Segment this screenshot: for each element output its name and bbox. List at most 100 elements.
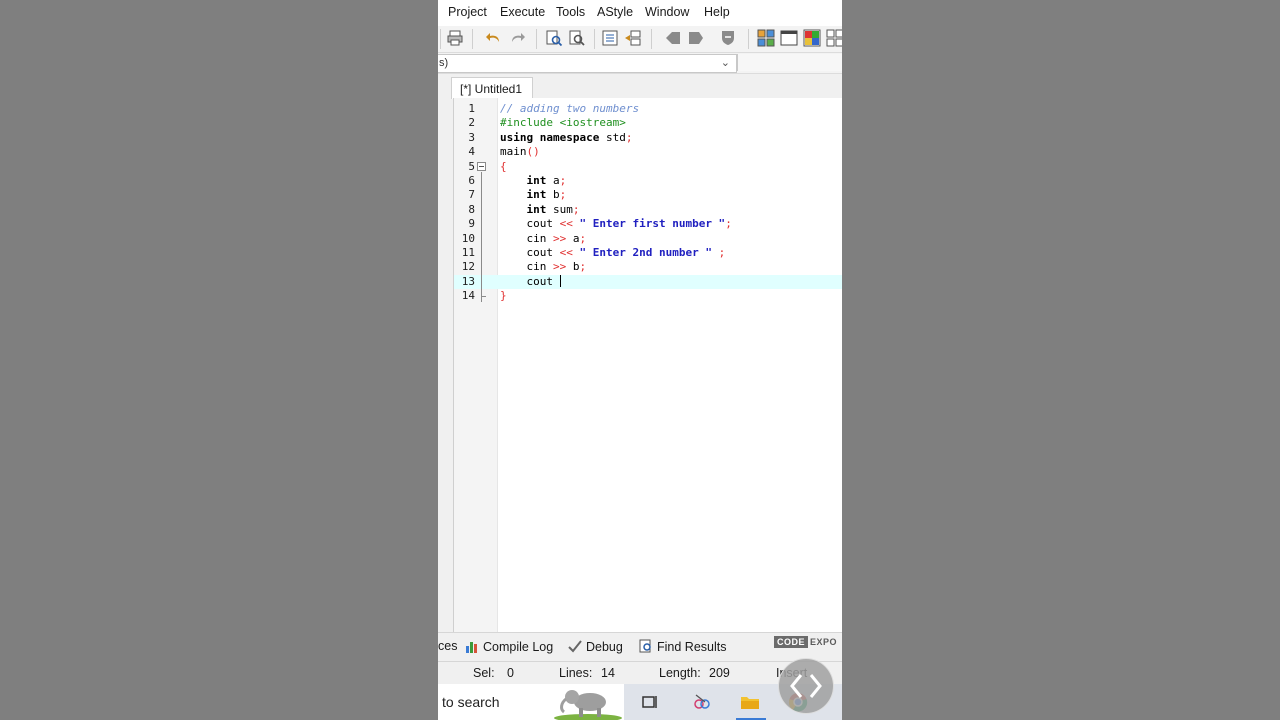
code-text: int a;: [526, 174, 567, 187]
function-dropdown-value: s): [439, 57, 449, 69]
line-number: 12: [461, 260, 475, 274]
code-line[interactable]: 1 // adding two numbers: [454, 102, 842, 116]
menu-project[interactable]: Project: [448, 5, 487, 19]
toolbar-separator: [440, 29, 441, 49]
code-text: main(): [500, 145, 540, 159]
task-view-icon[interactable]: [640, 692, 660, 712]
ide-window: Project Execute Tools AStyle Window Help: [438, 0, 842, 720]
fold-collapse-icon[interactable]: [477, 161, 486, 171]
snipping-tool-icon[interactable]: [692, 692, 712, 712]
toolbar-separator: [536, 29, 537, 49]
tab-untitled1[interactable]: [*] Untitled1: [451, 77, 533, 99]
code-line[interactable]: 7 int b;: [454, 188, 842, 202]
print-icon[interactable]: [446, 29, 464, 47]
undo-icon[interactable]: [485, 29, 503, 47]
code-line[interactable]: 3 using namespace std;: [454, 131, 842, 145]
menu-tools[interactable]: Tools: [556, 5, 585, 19]
line-number: 5: [468, 159, 475, 173]
code-line[interactable]: 10 cin >> a;: [454, 232, 842, 246]
toolbar-separator: [472, 29, 473, 49]
lines-value: 14: [601, 666, 615, 680]
code-line[interactable]: 12 cin >> b;: [454, 260, 842, 274]
sel-label: Sel:: [473, 666, 495, 680]
fold-guide-end: [481, 296, 486, 298]
indent-icon[interactable]: [601, 29, 619, 47]
code-line[interactable]: 8 int sum;: [454, 203, 842, 217]
line-number: 11: [461, 246, 475, 259]
toolbar: [438, 26, 842, 53]
toolbar-separator: [748, 29, 749, 49]
tab-debug-label: Debug: [586, 640, 623, 654]
length-value: 209: [709, 666, 730, 680]
line-number: 14: [461, 289, 475, 303]
code-editor[interactable]: 1 // adding two numbers 2 #include <iostrea…: [453, 98, 842, 632]
line-number: 8: [468, 202, 475, 216]
code-line[interactable]: 2 #include <iostream>: [454, 116, 842, 130]
unindent-icon[interactable]: [624, 29, 642, 47]
menu-window[interactable]: Window: [645, 5, 689, 19]
find-icon[interactable]: [545, 29, 563, 47]
layout-grid-icon[interactable]: [757, 29, 775, 47]
watermark-logo: CODE EXPO: [774, 636, 839, 648]
taskbar-search[interactable]: to search: [438, 684, 624, 720]
line-number: 1: [468, 102, 475, 115]
tab-label: [*] Untitled1: [460, 82, 523, 96]
window-icon[interactable]: [780, 29, 798, 47]
line-number: 7: [468, 188, 475, 202]
code-text: // adding two numbers: [500, 102, 640, 115]
back-icon[interactable]: [664, 29, 682, 47]
code-text: cin >> a;: [500, 231, 587, 245]
sel-value: 0: [507, 666, 514, 680]
line-number: 9: [468, 217, 475, 231]
tab-debug[interactable]: Debug: [568, 639, 623, 654]
lines-label: Lines:: [559, 666, 593, 680]
tiles-icon[interactable]: [826, 29, 842, 47]
code-line[interactable]: 9 cout << " Enter first number ";: [454, 217, 842, 231]
tab-compile-log-label: Compile Log: [483, 640, 554, 654]
find-results-icon: [639, 639, 651, 653]
code-text: cout << " Enter 2nd number " ;: [500, 246, 726, 259]
code-text: #include <iostream>: [500, 116, 626, 130]
menu-bar: Project Execute Tools AStyle Window Help: [438, 0, 842, 26]
function-dropdown[interactable]: s) ⌄: [438, 54, 737, 73]
line-number: 13: [461, 274, 475, 288]
code-text: {: [500, 159, 507, 173]
line-number: 4: [468, 145, 475, 159]
shield-icon[interactable]: [719, 29, 737, 47]
menu-astyle[interactable]: AStyle: [597, 5, 633, 19]
length-label: Length:: [659, 666, 701, 680]
code-line[interactable]: 4 main(): [454, 145, 842, 159]
replace-icon[interactable]: [568, 29, 586, 47]
secondary-dropdown[interactable]: [737, 54, 842, 71]
code-line[interactable]: 5{: [454, 160, 842, 174]
color-grid-icon[interactable]: [803, 29, 821, 47]
code-brackets-icon: [790, 674, 822, 698]
video-play-overlay: [778, 658, 834, 714]
file-explorer-icon[interactable]: [740, 692, 760, 712]
line-number: 2: [468, 116, 475, 130]
code-text: int b;: [526, 188, 567, 202]
text-caret: [559, 274, 561, 287]
code-line[interactable]: 11 cout << " Enter 2nd number " ;: [454, 246, 842, 260]
line-number: 3: [468, 130, 475, 144]
watermark-part1: CODE: [774, 636, 809, 648]
tab-find-results[interactable]: Find Results: [639, 639, 726, 654]
tab-resources[interactable]: ces: [438, 639, 457, 653]
menu-help[interactable]: Help: [704, 5, 730, 19]
code-line[interactable]: 13 cout: [454, 274, 842, 290]
bar-chart-icon: [466, 642, 477, 653]
code-text: cin >> b;: [500, 260, 587, 274]
code-line[interactable]: 14}: [454, 289, 842, 303]
editor-tab-strip: [*] Untitled1: [438, 74, 842, 99]
toolbar-separator: [651, 29, 652, 49]
code-line[interactable]: 6 int a;: [454, 174, 842, 188]
line-number: 10: [461, 231, 475, 245]
watermark-part2: EXPO: [810, 637, 838, 647]
chevron-down-icon: ⌄: [720, 57, 730, 69]
tab-compile-log[interactable]: Compile Log: [465, 639, 553, 654]
menu-execute[interactable]: Execute: [500, 5, 545, 19]
code-text: int sum;: [526, 202, 580, 216]
bottom-panel-tabs: ces Compile Log Debug Find Results CODE E…: [438, 632, 842, 661]
forward-icon[interactable]: [687, 29, 705, 47]
redo-icon[interactable]: [508, 29, 526, 47]
